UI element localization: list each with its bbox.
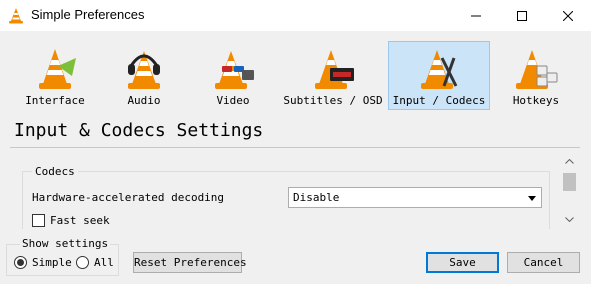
- tab-input-codecs[interactable]: Input / Codecs: [388, 41, 490, 110]
- tab-label: Interface: [25, 94, 85, 107]
- scroll-up-icon[interactable]: [565, 159, 574, 164]
- maximize-button[interactable]: [499, 0, 545, 31]
- maximize-icon: [517, 10, 527, 21]
- vertical-scrollbar[interactable]: [561, 153, 578, 229]
- codecs-group-title: Codecs: [32, 165, 78, 178]
- scroll-down-icon[interactable]: [565, 217, 574, 222]
- title-bar: Simple Preferences: [0, 0, 591, 31]
- hardware-decoding-value: Disable: [293, 191, 340, 204]
- fast-seek-label: Fast seek: [50, 214, 110, 227]
- minimize-icon: [471, 15, 481, 16]
- tab-subtitles-osd[interactable]: Subtitles / OSD: [278, 41, 388, 110]
- settings-scroll-area[interactable]: Codecs Hardware-accelerated decoding Dis…: [12, 153, 578, 229]
- minimize-button[interactable]: [453, 0, 499, 31]
- vlc-cone-interface-icon: [39, 49, 76, 89]
- save-button[interactable]: Save: [426, 252, 499, 273]
- tab-hotkeys[interactable]: Hotkeys: [490, 41, 582, 110]
- vlc-cone-headphones-icon: [128, 51, 160, 89]
- tab-label: Subtitles / OSD: [283, 94, 383, 107]
- all-radio[interactable]: [76, 256, 89, 269]
- vlc-cone-hotkeys-icon: [516, 50, 558, 89]
- category-toolbar: Interface Audio Video Subtitles / OSD In…: [0, 31, 591, 113]
- show-settings-title: Show settings: [20, 237, 111, 250]
- vlc-cone-codecs-icon: [421, 50, 458, 89]
- hardware-decoding-label: Hardware-accelerated decoding: [32, 191, 225, 204]
- tab-interface[interactable]: Interface: [10, 41, 100, 110]
- cancel-button[interactable]: Cancel: [507, 252, 580, 273]
- tab-label: Input / Codecs: [392, 94, 486, 107]
- scroll-thumb[interactable]: [563, 173, 576, 191]
- tab-label: Audio: [127, 94, 161, 107]
- vlc-app-icon: [9, 8, 23, 24]
- fast-seek-checkbox[interactable]: [32, 214, 45, 227]
- chevron-down-icon: [528, 196, 536, 201]
- page-title: Input & Codecs Settings: [14, 120, 264, 141]
- window-title: Simple Preferences: [31, 7, 145, 22]
- title-divider: [10, 147, 580, 148]
- tab-audio[interactable]: Audio: [100, 41, 188, 110]
- tab-label: Hotkeys: [512, 94, 560, 107]
- reset-preferences-button[interactable]: Reset Preferences: [133, 252, 247, 273]
- tab-label: Video: [216, 94, 250, 107]
- simple-radio-label[interactable]: Simple: [32, 256, 72, 269]
- close-icon: [563, 10, 573, 21]
- vlc-cone-glasses-icon: [215, 51, 254, 89]
- simple-radio[interactable]: [14, 256, 27, 269]
- all-radio-label[interactable]: All: [94, 256, 114, 269]
- hardware-decoding-select[interactable]: Disable: [288, 187, 542, 208]
- vlc-cone-subtitles-icon: [315, 50, 354, 89]
- close-button[interactable]: [545, 0, 591, 31]
- tab-video[interactable]: Video: [188, 41, 278, 110]
